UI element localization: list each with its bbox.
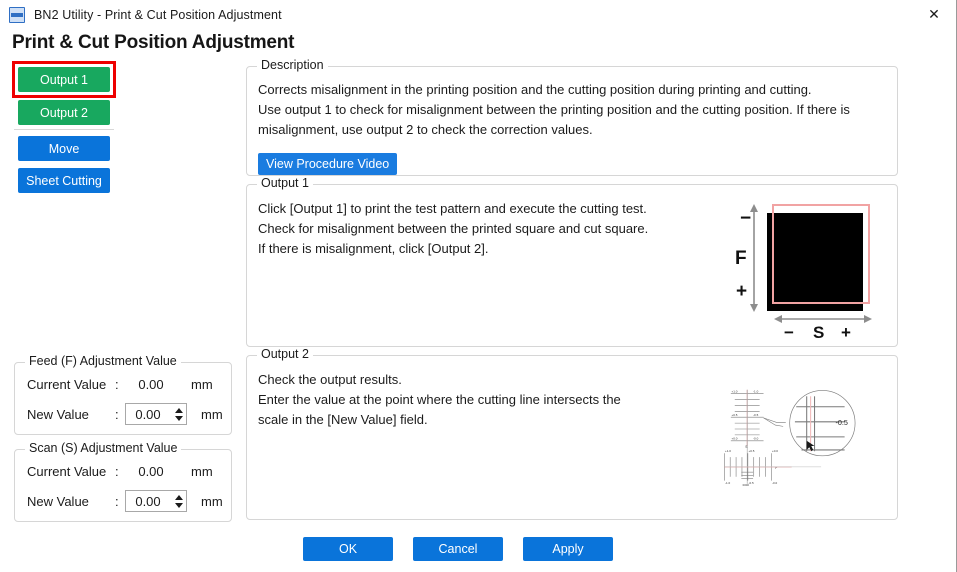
sidebar-divider	[14, 129, 114, 130]
svg-text:+0.0: +0.0	[772, 449, 778, 453]
svg-text:-0.0: -0.0	[753, 436, 759, 440]
output-1-group: Output 1 Click [Output 1] to print the t…	[246, 176, 898, 347]
feed-new-value-row: New Value : mm	[27, 403, 223, 425]
output-1-alignment-diagram: − F + − S +	[735, 204, 872, 339]
scan-adjustment-group: Scan (S) Adjustment Value Current Value …	[14, 441, 232, 522]
svg-text:+1.0: +1.0	[725, 449, 731, 453]
feed-stepper-arrows[interactable]	[170, 404, 186, 424]
output-1-text: Click [Output 1] to print the test patte…	[258, 201, 649, 256]
apply-button[interactable]: Apply	[523, 537, 613, 561]
ok-button[interactable]: OK	[303, 537, 393, 561]
scan-adjustment-legend: Scan (S) Adjustment Value	[25, 441, 182, 455]
svg-text:+0.0: +0.0	[732, 436, 738, 440]
output-2-legend: Output 2	[257, 347, 313, 361]
title-bar: BN2 Utility - Print & Cut Position Adjus…	[0, 0, 956, 29]
description-legend: Description	[257, 58, 328, 72]
scan-current-unit: mm	[191, 464, 213, 479]
feed-current-unit: mm	[191, 377, 213, 392]
scan-new-colon: :	[115, 493, 119, 509]
feed-new-unit: mm	[201, 406, 223, 422]
output-1-legend: Output 1	[257, 176, 313, 190]
move-button[interactable]: Move	[18, 136, 110, 161]
svg-text:S: S	[745, 445, 748, 449]
svg-text:−: −	[740, 208, 751, 229]
cancel-button[interactable]: Cancel	[413, 537, 503, 561]
close-icon[interactable]: ✕	[911, 0, 956, 29]
svg-text:-1.0: -1.0	[725, 481, 731, 485]
scan-new-value-row: New Value : mm	[27, 490, 223, 512]
feed-current-value-label: Current Value	[27, 377, 107, 392]
magnifier-value: -0.5	[835, 418, 847, 427]
scan-new-value-stepper[interactable]	[125, 490, 187, 512]
description-text: Corrects misalignment in the printing po…	[258, 82, 850, 137]
feed-new-value-label: New Value	[27, 406, 89, 422]
sheet-cutting-button[interactable]: Sheet Cutting	[18, 168, 110, 193]
output-2-scale-diagram: +1.0 -1.0 +0.5 -0.5 +0.0 -0.0 S -0.5 +1.…	[724, 389, 856, 487]
output-2-button[interactable]: Output 2	[18, 100, 110, 125]
output-1-button[interactable]: Output 1	[18, 67, 110, 92]
output-2-text: Check the output results. Enter the valu…	[258, 372, 621, 427]
svg-text:F: F	[775, 466, 777, 470]
scan-current-value-row: Current Value : 0.00 mm	[27, 464, 213, 479]
svg-text:+0.5: +0.5	[732, 413, 738, 417]
scan-new-value-label: New Value	[27, 493, 89, 509]
chevron-up-icon[interactable]	[174, 407, 183, 413]
svg-text:F: F	[735, 248, 747, 269]
feed-adjustment-legend: Feed (F) Adjustment Value	[25, 354, 181, 368]
bn2-app-icon	[9, 6, 25, 23]
feed-current-value: 0.00	[138, 377, 164, 392]
feed-current-value-row: Current Value : 0.00 mm	[27, 377, 213, 392]
svg-text:-1.0: -1.0	[753, 389, 759, 393]
svg-text:+: +	[736, 281, 747, 302]
feed-new-value-input[interactable]	[126, 404, 170, 424]
svg-text:-0.5: -0.5	[749, 481, 755, 485]
scan-new-unit: mm	[201, 493, 223, 509]
scan-current-value: 0.00	[138, 464, 164, 479]
svg-text:−: −	[784, 323, 794, 339]
svg-text:-0.5: -0.5	[753, 413, 759, 417]
scan-new-value-input[interactable]	[126, 491, 170, 511]
scan-current-colon: :	[115, 464, 119, 479]
chevron-up-icon[interactable]	[174, 494, 183, 500]
window-title: BN2 Utility - Print & Cut Position Adjus…	[34, 7, 282, 22]
svg-text:-0.0: -0.0	[772, 481, 778, 485]
feed-new-value-stepper[interactable]	[125, 403, 187, 425]
svg-text:+1.0: +1.0	[732, 389, 738, 393]
svg-text:0000: 0000	[743, 483, 750, 487]
chevron-down-icon[interactable]	[174, 415, 183, 421]
svg-text:+0.5: +0.5	[749, 449, 755, 453]
feed-current-colon: :	[115, 377, 119, 392]
page-title: Print & Cut Position Adjustment	[12, 32, 295, 53]
chevron-down-icon[interactable]	[174, 502, 183, 508]
scan-current-value-label: Current Value	[27, 464, 107, 479]
print-cut-position-adjustment-window: BN2 Utility - Print & Cut Position Adjus…	[0, 0, 957, 572]
feed-adjustment-group: Feed (F) Adjustment Value Current Value …	[14, 354, 232, 435]
scan-stepper-arrows[interactable]	[170, 491, 186, 511]
feed-new-colon: :	[115, 406, 119, 422]
description-group: Description Corrects misalignment in the…	[246, 58, 898, 176]
view-procedure-video-button[interactable]: View Procedure Video	[258, 153, 398, 175]
output-2-group: Output 2 Check the output results. Enter…	[246, 347, 898, 520]
svg-text:+: +	[841, 323, 851, 339]
svg-text:S: S	[813, 323, 824, 339]
